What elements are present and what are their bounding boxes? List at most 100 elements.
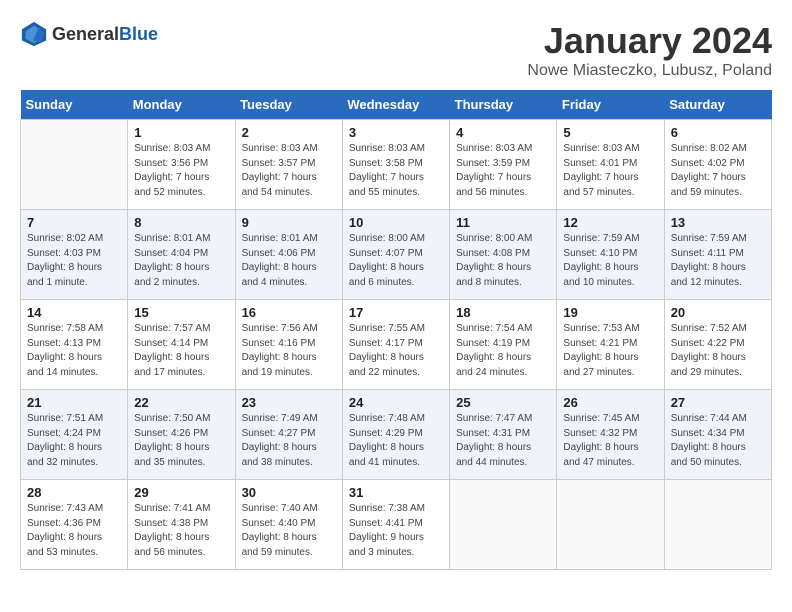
day-info: Sunrise: 7:52 AM Sunset: 4:22 PM Dayligh… [671,322,765,380]
table-cell [557,480,664,570]
day-info: Sunrise: 8:01 AM Sunset: 4:06 PM Dayligh… [242,232,336,290]
table-cell: 24Sunrise: 7:48 AM Sunset: 4:29 PM Dayli… [342,390,449,480]
table-cell: 20 Sunrise: 7:52 AM Sunset: 4:22 PM Dayli… [664,300,771,390]
table-cell: 1Sunrise: 8:03 AM Sunset: 3:56 PM Daylig… [128,120,235,210]
day-number: 13 [671,215,765,230]
day-number: 8 [134,215,228,230]
day-number: 28 [27,485,121,500]
day-number: 21 [27,395,121,410]
table-cell: 26 Sunrise: 7:45 AM Sunset: 4:32 PM Dayli… [557,390,664,480]
day-info: Sunrise: 8:03 AM Sunset: 3:58 PM Dayligh… [349,142,443,200]
day-info: Sunrise: 7:38 AM Sunset: 4:41 PM Dayligh… [349,502,443,560]
day-info: Sunrise: 8:03 AM Sunset: 3:57 PM Dayligh… [242,142,336,200]
day-info: Sunrise: 7:43 AM Sunset: 4:36 PM Dayligh… [27,502,121,560]
weekday-header-sunday: Sunday [21,90,128,120]
table-cell: 4 Sunrise: 8:03 AM Sunset: 3:59 PM Daylig… [450,120,557,210]
logo-blue: Blue [119,24,158,44]
table-cell: 29 Sunrise: 7:41 AM Sunset: 4:38 PM Dayli… [128,480,235,570]
day-number: 17 [349,305,443,320]
week-row-3: 14Sunrise: 7:58 AM Sunset: 4:13 PM Dayli… [21,300,772,390]
table-cell: 6 Sunrise: 8:02 AM Sunset: 4:02 PM Daylig… [664,120,771,210]
table-cell [21,120,128,210]
day-info: Sunrise: 7:48 AM Sunset: 4:29 PM Dayligh… [349,412,443,470]
day-number: 6 [671,125,765,140]
day-info: Sunrise: 7:53 AM Sunset: 4:21 PM Dayligh… [563,322,657,380]
day-number: 19 [563,305,657,320]
table-cell: 21 Sunrise: 7:51 AM Sunset: 4:24 PM Dayli… [21,390,128,480]
day-number: 20 [671,305,765,320]
day-info: Sunrise: 7:40 AM Sunset: 4:40 PM Dayligh… [242,502,336,560]
table-cell: 3 Sunrise: 8:03 AM Sunset: 3:58 PM Daylig… [342,120,449,210]
day-info: Sunrise: 8:03 AM Sunset: 4:01 PM Dayligh… [563,142,657,200]
day-number: 22 [134,395,228,410]
week-row-2: 7Sunrise: 8:02 AM Sunset: 4:03 PM Daylig… [21,210,772,300]
day-info: Sunrise: 7:57 AM Sunset: 4:14 PM Dayligh… [134,322,228,380]
table-cell: 14Sunrise: 7:58 AM Sunset: 4:13 PM Dayli… [21,300,128,390]
day-number: 14 [27,305,121,320]
day-number: 27 [671,395,765,410]
day-info: Sunrise: 7:44 AM Sunset: 4:34 PM Dayligh… [671,412,765,470]
logo-general: General [52,24,119,44]
weekday-header-friday: Friday [557,90,664,120]
week-row-5: 28 Sunrise: 7:43 AM Sunset: 4:36 PM Dayli… [21,480,772,570]
table-cell [450,480,557,570]
day-info: Sunrise: 8:00 AM Sunset: 4:07 PM Dayligh… [349,232,443,290]
table-cell: 22 Sunrise: 7:50 AM Sunset: 4:26 PM Dayli… [128,390,235,480]
day-info: Sunrise: 7:50 AM Sunset: 4:26 PM Dayligh… [134,412,228,470]
weekday-header-monday: Monday [128,90,235,120]
day-number: 1 [134,125,228,140]
day-info: Sunrise: 7:41 AM Sunset: 4:38 PM Dayligh… [134,502,228,560]
day-info: Sunrise: 7:47 AM Sunset: 4:31 PM Dayligh… [456,412,550,470]
month-title: January 2024 [527,20,772,62]
table-cell: 12Sunrise: 7:59 AM Sunset: 4:10 PM Dayli… [557,210,664,300]
table-cell: 13Sunrise: 7:59 AM Sunset: 4:11 PM Dayli… [664,210,771,300]
table-cell: 18 Sunrise: 7:54 AM Sunset: 4:19 PM Dayli… [450,300,557,390]
weekday-header-saturday: Saturday [664,90,771,120]
day-info: Sunrise: 8:01 AM Sunset: 4:04 PM Dayligh… [134,232,228,290]
day-info: Sunrise: 7:55 AM Sunset: 4:17 PM Dayligh… [349,322,443,380]
day-number: 3 [349,125,443,140]
table-cell: 5 Sunrise: 8:03 AM Sunset: 4:01 PM Daylig… [557,120,664,210]
table-cell: 16Sunrise: 7:56 AM Sunset: 4:16 PM Dayli… [235,300,342,390]
day-number: 30 [242,485,336,500]
day-number: 18 [456,305,550,320]
page-header: GeneralBlue January 2024 Nowe Miasteczko… [20,20,772,80]
week-row-4: 21 Sunrise: 7:51 AM Sunset: 4:24 PM Dayli… [21,390,772,480]
weekday-header-tuesday: Tuesday [235,90,342,120]
table-cell: 23Sunrise: 7:49 AM Sunset: 4:27 PM Dayli… [235,390,342,480]
logo-icon [20,20,48,48]
weekday-header-thursday: Thursday [450,90,557,120]
table-cell: 7Sunrise: 8:02 AM Sunset: 4:03 PM Daylig… [21,210,128,300]
day-number: 31 [349,485,443,500]
day-number: 26 [563,395,657,410]
weekday-header-row: SundayMondayTuesdayWednesdayThursdayFrid… [21,90,772,120]
weekday-header-wednesday: Wednesday [342,90,449,120]
day-number: 9 [242,215,336,230]
day-info: Sunrise: 7:51 AM Sunset: 4:24 PM Dayligh… [27,412,121,470]
table-cell: 31 Sunrise: 7:38 AM Sunset: 4:41 PM Dayli… [342,480,449,570]
table-cell: 28 Sunrise: 7:43 AM Sunset: 4:36 PM Dayli… [21,480,128,570]
week-row-1: 1Sunrise: 8:03 AM Sunset: 3:56 PM Daylig… [21,120,772,210]
day-info: Sunrise: 7:49 AM Sunset: 4:27 PM Dayligh… [242,412,336,470]
day-info: Sunrise: 7:45 AM Sunset: 4:32 PM Dayligh… [563,412,657,470]
table-cell: 15Sunrise: 7:57 AM Sunset: 4:14 PM Dayli… [128,300,235,390]
logo: GeneralBlue [20,20,158,48]
day-info: Sunrise: 7:54 AM Sunset: 4:19 PM Dayligh… [456,322,550,380]
table-cell: 17 Sunrise: 7:55 AM Sunset: 4:17 PM Dayli… [342,300,449,390]
day-number: 12 [563,215,657,230]
table-cell: 8 Sunrise: 8:01 AM Sunset: 4:04 PM Daylig… [128,210,235,300]
table-cell: 25 Sunrise: 7:47 AM Sunset: 4:31 PM Dayli… [450,390,557,480]
day-info: Sunrise: 8:00 AM Sunset: 4:08 PM Dayligh… [456,232,550,290]
day-info: Sunrise: 8:03 AM Sunset: 3:59 PM Dayligh… [456,142,550,200]
day-number: 4 [456,125,550,140]
day-info: Sunrise: 8:02 AM Sunset: 4:02 PM Dayligh… [671,142,765,200]
day-number: 5 [563,125,657,140]
day-number: 25 [456,395,550,410]
table-cell: 9 Sunrise: 8:01 AM Sunset: 4:06 PM Daylig… [235,210,342,300]
day-number: 29 [134,485,228,500]
day-number: 10 [349,215,443,230]
day-number: 2 [242,125,336,140]
day-info: Sunrise: 8:02 AM Sunset: 4:03 PM Dayligh… [27,232,121,290]
table-cell: 27 Sunrise: 7:44 AM Sunset: 4:34 PM Dayli… [664,390,771,480]
table-cell [664,480,771,570]
